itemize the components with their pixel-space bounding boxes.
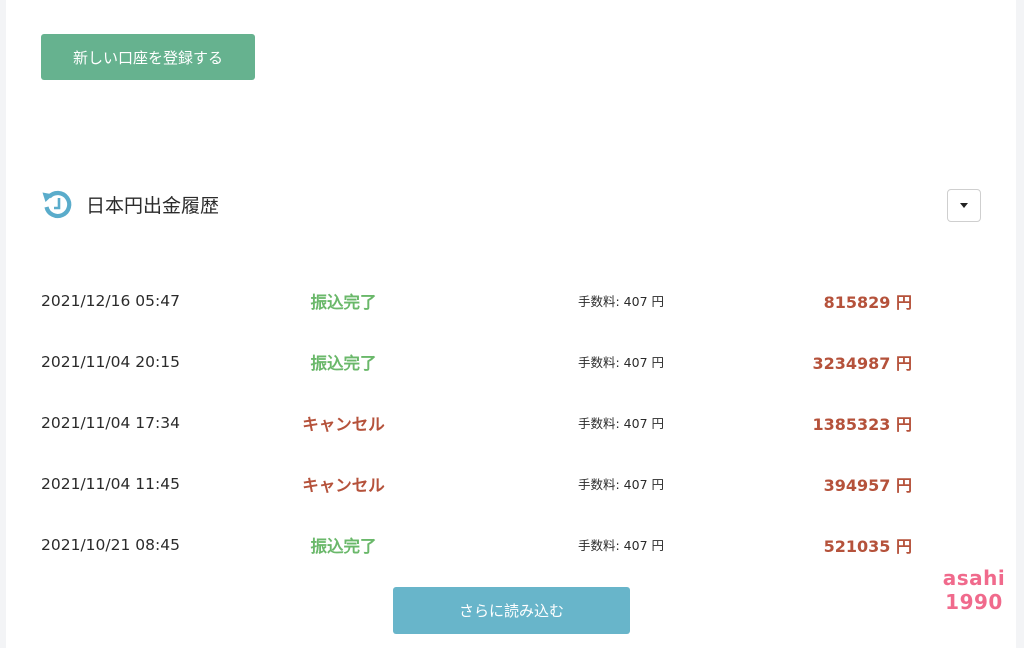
row-amount: 815829 円 bbox=[823, 292, 912, 312]
section-header: 日本円出金履歴 bbox=[40, 186, 219, 222]
withdrawal-panel: 新しい口座を登録する 日本円出金履歴 2021/12/16 05:47 振込完了… bbox=[6, 0, 1016, 648]
history-row: 2021/11/04 17:34 キャンセル 手数料: 407 円 138532… bbox=[6, 392, 1016, 453]
load-more-button[interactable]: さらに読み込む bbox=[393, 587, 630, 634]
row-datetime: 2021/11/04 17:34 bbox=[41, 413, 180, 432]
row-amount: 3234987 円 bbox=[812, 353, 912, 373]
row-status: キャンセル bbox=[302, 475, 385, 495]
section-title: 日本円出金履歴 bbox=[86, 194, 220, 217]
row-amount: 1385323 円 bbox=[812, 414, 912, 434]
watermark-line1: asahi bbox=[942, 566, 1006, 590]
caret-down-icon bbox=[960, 203, 968, 208]
row-fee: 手数料: 407 円 bbox=[578, 294, 665, 309]
history-list: 2021/12/16 05:47 振込完了 手数料: 407 円 815829 … bbox=[6, 270, 1016, 575]
row-fee: 手数料: 407 円 bbox=[578, 538, 665, 553]
row-status: 振込完了 bbox=[310, 536, 377, 556]
history-row: 2021/11/04 11:45 キャンセル 手数料: 407 円 394957… bbox=[6, 453, 1016, 514]
register-account-button[interactable]: 新しい口座を登録する bbox=[41, 34, 255, 80]
history-row: 2021/11/04 20:15 振込完了 手数料: 407 円 3234987… bbox=[6, 331, 1016, 392]
row-status: キャンセル bbox=[302, 414, 385, 434]
dropdown-toggle-button[interactable] bbox=[947, 189, 981, 222]
watermark-line2: 1990 bbox=[945, 590, 1003, 614]
row-datetime: 2021/10/21 08:45 bbox=[41, 535, 180, 554]
row-fee: 手数料: 407 円 bbox=[578, 477, 665, 492]
row-datetime: 2021/11/04 20:15 bbox=[41, 352, 180, 371]
row-fee: 手数料: 407 円 bbox=[578, 416, 665, 431]
history-icon bbox=[40, 187, 74, 221]
row-datetime: 2021/12/16 05:47 bbox=[41, 291, 180, 310]
row-status: 振込完了 bbox=[310, 292, 377, 312]
row-datetime: 2021/11/04 11:45 bbox=[41, 474, 180, 493]
history-row: 2021/10/21 08:45 振込完了 手数料: 407 円 521035 … bbox=[6, 514, 1016, 575]
history-row: 2021/12/16 05:47 振込完了 手数料: 407 円 815829 … bbox=[6, 270, 1016, 331]
row-fee: 手数料: 407 円 bbox=[578, 355, 665, 370]
row-status: 振込完了 bbox=[310, 353, 377, 373]
watermark: asahi 1990 bbox=[934, 566, 1014, 614]
row-amount: 521035 円 bbox=[823, 536, 912, 556]
row-amount: 394957 円 bbox=[823, 475, 912, 495]
